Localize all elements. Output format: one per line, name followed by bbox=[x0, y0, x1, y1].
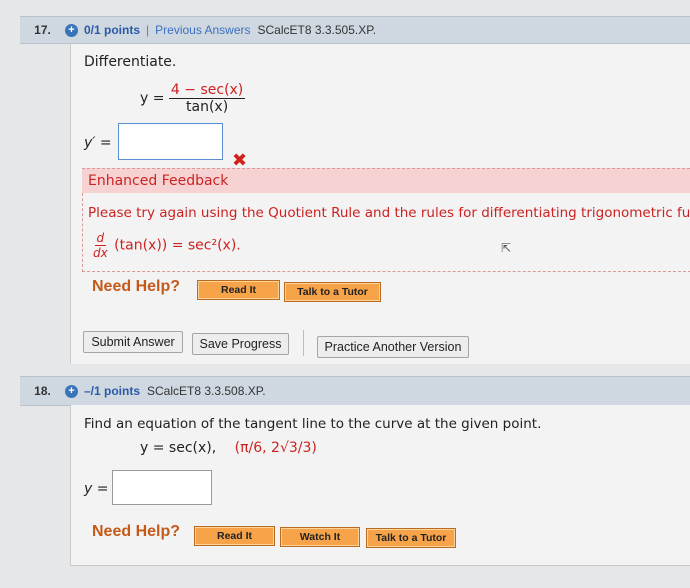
practice-another-version-button[interactable]: Practice Another Version bbox=[317, 336, 469, 358]
q17-need-help: Need Help? bbox=[92, 278, 181, 295]
q17-answer-label: y′ = bbox=[84, 135, 112, 151]
q18-watch-it-button[interactable]: Watch It bbox=[280, 527, 360, 547]
hint-derivative: d dx bbox=[91, 231, 110, 260]
q17-header: 17. + 0/1 points | Previous Answers SCal… bbox=[20, 16, 690, 44]
q17-separator: | bbox=[146, 23, 150, 37]
feedback-text: Please try again using the Quotient Rule… bbox=[88, 205, 690, 221]
q17-denominator: tan(x) bbox=[186, 99, 229, 115]
q17-read-it-button[interactable]: Read It bbox=[197, 280, 280, 300]
feedback-body: Please try again using the Quotient Rule… bbox=[82, 193, 690, 272]
q18-prompt: Find an equation of the tangent line to … bbox=[84, 416, 542, 432]
q18-number: 18. bbox=[34, 384, 51, 398]
q17-answer-input[interactable] bbox=[118, 123, 223, 160]
q18-read-it-button[interactable]: Read It bbox=[194, 526, 275, 546]
submit-answer-button[interactable]: Submit Answer bbox=[83, 331, 183, 353]
q17-talk-to-tutor-button[interactable]: Talk to a Tutor bbox=[284, 282, 381, 302]
q17-eq-lhs: y = bbox=[140, 90, 165, 107]
feedback-hint: d dx (tan(x)) = sec²(x). bbox=[91, 231, 241, 260]
q18-talk-to-tutor-button[interactable]: Talk to a Tutor bbox=[366, 528, 456, 548]
plus-circle-icon[interactable]: + bbox=[65, 23, 78, 37]
q17-equation: y = 4 − sec(x) tan(x) bbox=[140, 82, 246, 115]
q18-header: 18. + –/1 points SCalcET8 3.3.508.XP. bbox=[20, 376, 690, 406]
q17-numerator: 4 − sec(x) bbox=[168, 82, 246, 99]
feedback-title: Enhanced Feedback bbox=[88, 173, 229, 189]
mouse-cursor-icon: ⇱ bbox=[501, 241, 512, 255]
q18-need-help: Need Help? bbox=[92, 523, 181, 540]
q17-points: 0/1 points bbox=[84, 23, 141, 37]
hint-expression: (tan(x)) = sec²(x). bbox=[114, 237, 241, 254]
save-progress-button[interactable]: Save Progress bbox=[192, 333, 289, 355]
q18-code: SCalcET8 3.3.508.XP. bbox=[147, 384, 266, 398]
q17-prompt: Differentiate. bbox=[84, 54, 177, 70]
q17-previous-answers-link[interactable]: Previous Answers bbox=[155, 23, 250, 37]
q18-answer-input[interactable] bbox=[112, 470, 212, 505]
feedback-header: Enhanced Feedback bbox=[82, 168, 690, 193]
hint-dx: dx bbox=[93, 246, 108, 260]
plus-circle-icon[interactable]: + bbox=[65, 384, 78, 398]
q18-equation-text: y = sec(x), bbox=[140, 440, 217, 456]
q18-point: (π/6, 2√3/3) bbox=[234, 440, 317, 456]
hint-d: d bbox=[94, 231, 107, 246]
q17-fraction: 4 − sec(x) tan(x) bbox=[168, 82, 246, 115]
q18-answer-label: y = bbox=[84, 481, 109, 497]
q17-code: SCalcET8 3.3.505.XP. bbox=[257, 23, 377, 37]
q17-number: 17. bbox=[34, 23, 51, 37]
q18-points: –/1 points bbox=[84, 384, 141, 398]
q18-equation: y = sec(x), (π/6, 2√3/3) bbox=[140, 440, 317, 456]
button-divider bbox=[303, 330, 304, 356]
